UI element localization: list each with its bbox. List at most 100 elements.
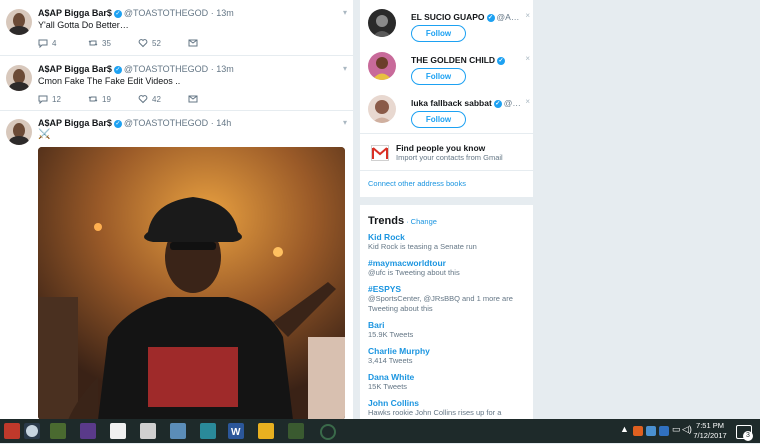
trend-description: 15K Tweets — [368, 382, 408, 391]
close-icon[interactable]: × — [525, 11, 530, 20]
timestamp[interactable]: 13m — [216, 64, 234, 74]
paint-app-icon[interactable] — [200, 423, 216, 439]
network-app-icon[interactable] — [170, 423, 186, 439]
handle[interactable]: @TOASTOTHEGOD — [124, 64, 208, 74]
who-to-follow-panel: EL SUCIO GUAPO ✓ @A… × Follow THE GOLDEN C… — [360, 0, 533, 197]
media-app-icon[interactable] — [80, 423, 96, 439]
tweet[interactable]: A$AP Bigga Bar$ ✓ @TOASTOTHEGOD · 14h ▾ ⚔️ — [0, 111, 353, 419]
lock-app-icon[interactable] — [258, 423, 274, 439]
avatar[interactable] — [6, 9, 32, 35]
follow-button[interactable]: Follow — [411, 111, 466, 128]
trend-item[interactable]: Kid Rock Kid Rock is teasing a Senate ru… — [368, 232, 528, 252]
trend-name[interactable]: John Collins — [368, 398, 528, 408]
account-name[interactable]: THE GOLDEN CHILD ✓ — [411, 55, 507, 65]
trend-name[interactable]: Bari — [368, 320, 528, 330]
trend-description: Hawks rookie John Collins rises up for a — [368, 408, 502, 417]
direct-message-button[interactable] — [188, 94, 238, 104]
follow-button[interactable]: Follow — [411, 25, 466, 42]
display-name[interactable]: A$AP Bigga Bar$ — [38, 118, 112, 128]
chevron-up-icon[interactable]: ▲ — [620, 424, 629, 434]
close-icon[interactable]: × — [525, 97, 530, 106]
tweet-text: ⚔️ — [38, 129, 51, 140]
avatar[interactable] — [368, 52, 396, 80]
retweet-button[interactable]: 19 — [88, 94, 138, 104]
file-icon[interactable] — [110, 423, 126, 439]
retweet-button[interactable]: 35 — [88, 38, 138, 48]
close-icon[interactable]: × — [525, 54, 530, 63]
notification-count-badge: 3 — [743, 431, 753, 441]
loading-icon[interactable] — [320, 424, 336, 440]
word-icon[interactable]: W — [228, 423, 244, 439]
reply-count: 12 — [52, 94, 61, 104]
avatar[interactable] — [368, 95, 396, 123]
reply-button[interactable]: 12 — [38, 94, 88, 104]
verified-badge-icon: ✓ — [113, 119, 122, 128]
connect-address-books-link[interactable]: Connect other address books — [368, 179, 466, 188]
avatar[interactable] — [368, 9, 396, 37]
follow-button[interactable]: Follow — [411, 68, 466, 85]
controller-icon[interactable] — [140, 423, 156, 439]
verified-badge-icon: ✓ — [113, 65, 122, 74]
chevron-down-icon[interactable]: ▾ — [343, 8, 347, 17]
trend-item[interactable]: John Collins Hawks rookie John Collins r… — [368, 398, 528, 418]
trend-name[interactable]: Charlie Murphy — [368, 346, 528, 356]
verified-badge-icon: ✓ — [493, 99, 502, 108]
trend-item[interactable]: Bari 15.9K Tweets — [368, 320, 528, 340]
direct-message-button[interactable] — [188, 38, 238, 48]
display-name[interactable]: A$AP Bigga Bar$ — [38, 8, 112, 18]
avatar[interactable] — [6, 65, 32, 91]
chevron-down-icon[interactable]: ▾ — [343, 118, 347, 127]
trend-item[interactable]: #maymacworldtour @ufc is Tweeting about … — [368, 258, 528, 278]
handle[interactable]: @TOASTOTHEGOD — [124, 118, 208, 128]
reply-button[interactable]: 4 — [38, 38, 88, 48]
tray-app-icon[interactable] — [633, 426, 643, 436]
trend-name[interactable]: Dana White — [368, 372, 528, 382]
reply-count: 4 — [52, 38, 57, 48]
start-app-icon[interactable] — [4, 423, 20, 439]
volume-icon[interactable]: ◁) — [682, 424, 692, 435]
trend-description: 3,414 Tweets — [368, 356, 413, 365]
trend-name[interactable]: #ESPYS — [368, 284, 528, 294]
trend-item[interactable]: #ESPYS @SportsCenter, @JRsBBQ and 1 more… — [368, 284, 528, 313]
handle[interactable]: @TOASTOTHEGOD — [124, 8, 208, 18]
system-clock[interactable]: 7:51 PM 7/12/2017 — [693, 421, 727, 441]
like-button[interactable]: 52 — [138, 38, 188, 48]
tweet-photo[interactable] — [38, 147, 345, 419]
steam-tray-icon[interactable] — [646, 426, 656, 436]
account-name[interactable]: luka fallback sabbat ✓ @… — [411, 98, 521, 108]
battery-icon[interactable]: ▭ — [672, 424, 681, 435]
change-trends-link[interactable]: · Change — [406, 217, 437, 226]
trend-item[interactable]: Charlie Murphy 3,414 Tweets — [368, 346, 528, 366]
reply-icon — [38, 39, 48, 48]
suggested-account[interactable]: EL SUCIO GUAPO ✓ @A… × Follow — [368, 5, 530, 45]
gmail-icon — [371, 145, 389, 161]
trend-name[interactable]: #maymacworldtour — [368, 258, 528, 268]
trend-name[interactable]: Kid Rock — [368, 232, 528, 242]
game2-app-icon[interactable] — [288, 423, 304, 439]
like-count: 42 — [152, 94, 161, 104]
chevron-down-icon[interactable]: ▾ — [343, 64, 347, 73]
security-tray-icon[interactable] — [659, 426, 669, 436]
timestamp[interactable]: 13m — [216, 8, 234, 18]
timestamp[interactable]: 14h — [216, 118, 231, 128]
suggested-account[interactable]: luka fallback sabbat ✓ @… × Follow — [368, 91, 530, 131]
tweet-text: Y'all Gotta Do Better… — [38, 20, 129, 30]
find-people-title[interactable]: Find people you know — [396, 143, 485, 153]
tweet-actions: 4 35 52 — [38, 38, 238, 48]
heart-icon — [138, 95, 148, 104]
tweet[interactable]: A$AP Bigga Bar$ ✓ @TOASTOTHEGOD · 13m ▾ Cm… — [0, 56, 353, 111]
divider — [360, 133, 533, 134]
retweet-count: 35 — [102, 38, 111, 48]
like-button[interactable]: 42 — [138, 94, 188, 104]
tweet[interactable]: A$AP Bigga Bar$ ✓ @TOASTOTHEGOD · 13m ▾ Y'… — [0, 0, 353, 56]
steam-icon[interactable] — [24, 423, 40, 439]
display-name[interactable]: A$AP Bigga Bar$ — [38, 64, 112, 74]
account-name[interactable]: EL SUCIO GUAPO ✓ @A… — [411, 12, 519, 22]
game-app-icon[interactable] — [50, 423, 66, 439]
suggested-account[interactable]: THE GOLDEN CHILD ✓ × Follow — [368, 48, 530, 88]
clock-time: 7:51 PM — [696, 421, 724, 430]
divider — [360, 170, 533, 171]
verified-badge-icon: ✓ — [113, 9, 122, 18]
avatar[interactable] — [6, 119, 32, 145]
trend-item[interactable]: Dana White 15K Tweets — [368, 372, 528, 392]
